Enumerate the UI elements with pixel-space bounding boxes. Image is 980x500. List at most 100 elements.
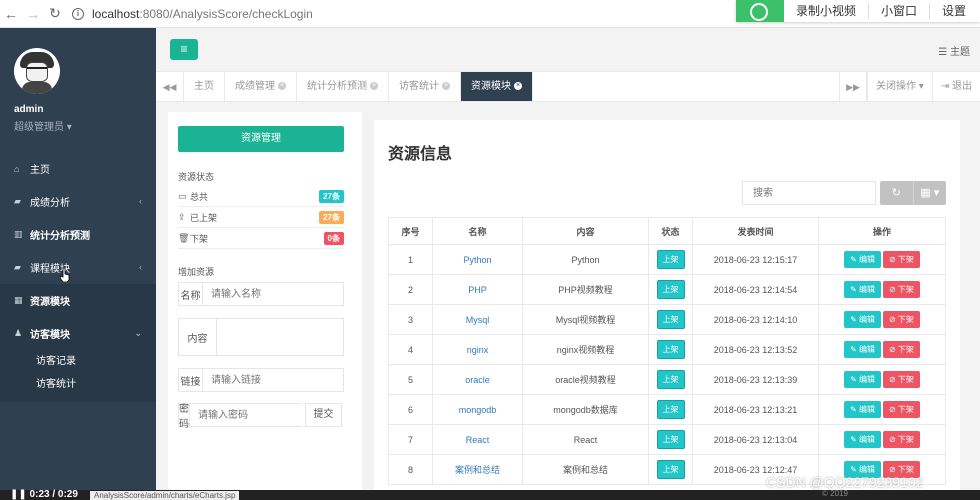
hand-cursor-icon <box>60 268 70 282</box>
cell-actions: ✎ 编辑 ⊘ 下架 <box>818 364 946 395</box>
delist-button[interactable]: ⊘ 下架 <box>883 281 920 298</box>
browser-toolbar: ← → ↻ i localhost:8080/AnalysisScore/che… <box>0 0 980 28</box>
resource-management-button[interactable]: 资源管理 <box>178 126 344 152</box>
tab-statistics[interactable]: 统计分析预测 × <box>297 72 389 101</box>
add-resource-title: 增加资源 <box>178 267 215 277</box>
visitor-submenu: 访客记录 访客统计 <box>0 350 156 402</box>
listed-status-button[interactable]: 上架 <box>656 460 685 479</box>
tab-home[interactable]: 主页 <box>184 72 225 101</box>
stat-delisted[interactable]: 🗑 下架 0条 <box>178 229 344 249</box>
close-icon[interactable]: × <box>370 82 378 91</box>
resource-table: 序号 名称 内容 状态 发表时间 操作 1 Python Python 上架 2018-… <box>388 217 946 485</box>
address-bar[interactable]: i localhost:8080/AnalysisScore/checkLogi… <box>72 3 313 25</box>
tabs-scroll-left-button[interactable]: ◀◀ <box>156 72 184 101</box>
close-operations-dropdown[interactable]: 关闭操作 ▾ <box>867 72 932 101</box>
delisted-count-badge: 0条 <box>323 232 344 245</box>
cell-name[interactable]: PHP <box>432 274 523 305</box>
close-icon[interactable]: × <box>514 82 522 91</box>
sidebar-item-course[interactable]: ▰ 课程模块 ‹ <box>0 251 156 284</box>
col-header-status[interactable]: 状态 <box>648 217 693 245</box>
listed-status-button[interactable]: 上架 <box>656 310 685 329</box>
delist-button[interactable]: ⊘ 下架 <box>883 401 920 418</box>
sidebar-item-statistics[interactable]: ▥ 统计分析预测 <box>0 218 156 251</box>
cell-actions: ✎ 编辑 ⊘ 下架 <box>818 244 946 275</box>
edit-button[interactable]: ✎ 编辑 <box>844 251 881 268</box>
cell-status: 上架 <box>648 334 693 365</box>
col-header-name[interactable]: 名称 <box>432 217 523 245</box>
forward-arrow-icon[interactable]: → <box>22 6 44 22</box>
delist-button[interactable]: ⊘ 下架 <box>883 341 920 358</box>
close-icon[interactable]: × <box>278 82 286 91</box>
user-role-dropdown[interactable]: 超级管理员 ▾ <box>14 118 156 133</box>
cell-name[interactable]: mongodb <box>432 394 523 425</box>
edit-button[interactable]: ✎ 编辑 <box>844 371 881 388</box>
stat-listed[interactable]: ⇪ 已上架 27条 <box>178 208 344 228</box>
tabs-bar: ◀◀ 主页 成绩管理 × 统计分析预测 × 访客统计 × 资源模块 × ▶▶ 关闭操作 … <box>156 72 980 102</box>
listed-status-button[interactable]: 上架 <box>656 250 685 269</box>
pause-icon[interactable]: ❚❚ <box>10 489 27 500</box>
cell-time: 2018-06-23 12:13:39 <box>692 364 819 395</box>
back-arrow-icon[interactable]: ← <box>0 6 22 22</box>
tabs-scroll-right-button[interactable]: ▶▶ <box>839 72 868 101</box>
cell-name[interactable]: Python <box>432 244 523 275</box>
menu-toggle-button[interactable]: ≡ <box>170 39 198 60</box>
cell-name[interactable]: oracle <box>432 364 523 395</box>
listed-status-button[interactable]: 上架 <box>656 280 685 299</box>
logout-button[interactable]: ⇥ 退出 <box>931 72 980 101</box>
table-row: 4 nginx nginx视频教程 上架 2018-06-23 12:13:52 ✎ 编辑… <box>388 334 946 365</box>
content-textarea[interactable] <box>217 319 343 355</box>
edit-button[interactable]: ✎ 编辑 <box>844 311 881 328</box>
tab-resources[interactable]: 资源模块 × <box>461 72 533 101</box>
sidebar-subitem-visitor-stats[interactable]: 访客统计 <box>0 373 156 396</box>
name-input[interactable] <box>203 283 343 305</box>
refresh-button[interactable]: ↻ <box>880 181 913 205</box>
tab-score-management[interactable]: 成绩管理 × <box>225 72 297 101</box>
columns-button[interactable]: ▦ ▾ <box>912 181 947 205</box>
listed-status-button[interactable]: 上架 <box>656 430 685 449</box>
cell-name[interactable]: React <box>432 424 523 455</box>
sidebar-item-home[interactable]: ⌂ 主页 <box>0 152 156 185</box>
delist-button[interactable]: ⊘ 下架 <box>883 251 920 268</box>
listed-status-button[interactable]: 上架 <box>656 370 685 389</box>
sidebar-subitem-visitor-records[interactable]: 访客记录 <box>0 350 156 373</box>
cell-actions: ✎ 编辑 ⊘ 下架 <box>818 304 946 335</box>
info-icon[interactable]: i <box>72 7 84 20</box>
edit-button[interactable]: ✎ 编辑 <box>844 341 881 358</box>
recorder-settings-button[interactable]: 设置 <box>929 3 978 19</box>
edit-button[interactable]: ✎ 编辑 <box>844 281 881 298</box>
tab-visitor-stats[interactable]: 访客统计 × <box>389 72 461 101</box>
sidebar-item-resources[interactable]: ▦ 资源模块 <box>0 284 156 317</box>
cell-status: 上架 <box>648 394 693 425</box>
listed-status-button[interactable]: 上架 <box>656 400 685 419</box>
cell-name[interactable]: Mysql <box>432 304 523 335</box>
cell-name[interactable]: nginx <box>432 334 523 365</box>
cell-name[interactable]: 案例和总结 <box>432 454 523 485</box>
col-header-content[interactable]: 内容 <box>522 217 649 245</box>
home-icon: ⌂ <box>14 163 20 174</box>
password-label: 密码 <box>179 404 190 430</box>
delist-button[interactable]: ⊘ 下架 <box>883 311 920 328</box>
delist-button[interactable]: ⊘ 下架 <box>883 371 920 388</box>
chevron-down-icon: ⌄ <box>134 328 142 338</box>
user-name: admin <box>14 104 44 115</box>
sidebar-item-visitors[interactable]: ♟ 访客模块 ⌄ <box>0 317 156 350</box>
edit-button[interactable]: ✎ 编辑 <box>844 401 881 418</box>
url-text[interactable]: localhost:8080/AnalysisScore/checkLogin <box>92 7 313 21</box>
close-icon[interactable]: × <box>442 82 450 91</box>
theme-link[interactable]: ☰ 主题 <box>938 43 970 58</box>
avatar[interactable] <box>14 48 60 94</box>
edit-button[interactable]: ✎ 编辑 <box>844 431 881 448</box>
listed-status-button[interactable]: 上架 <box>656 340 685 359</box>
sidebar-item-score-analysis[interactable]: ▰ 成绩分析 ‹ <box>0 185 156 218</box>
stat-total[interactable]: ▭ 总共 27条 <box>178 187 344 207</box>
col-header-id[interactable]: 序号 <box>388 217 433 245</box>
mini-window-button[interactable]: 小窗口 <box>868 3 929 19</box>
search-input[interactable] <box>742 181 876 205</box>
delist-button[interactable]: ⊘ 下架 <box>883 431 920 448</box>
sidebar: admin 超级管理员 ▾ ⌂ 主页 ▰ 成绩分析 ‹ ▥ 统计分析预测 ▰ 课… <box>0 28 156 500</box>
submit-button[interactable]: 提交 <box>305 403 342 427</box>
link-input[interactable] <box>203 369 343 391</box>
col-header-time[interactable]: 发表时间 <box>692 217 819 245</box>
record-video-button[interactable]: 录制小视频 <box>784 3 868 19</box>
reload-icon[interactable]: ↻ <box>44 5 66 22</box>
